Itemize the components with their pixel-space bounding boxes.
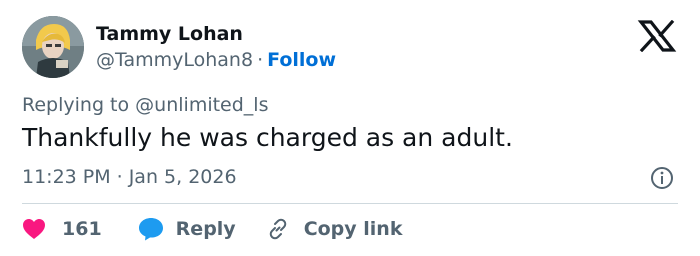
action-bar: 161 Reply Copy link <box>22 212 402 246</box>
link-icon <box>269 218 286 240</box>
reply-context-mention[interactable]: @unlimited_ls <box>135 94 268 116</box>
author-handle-row: @TammyLohan8 · Follow <box>96 49 336 71</box>
reply-context-prefix: Replying to <box>22 94 130 116</box>
speech-bubble-icon <box>138 218 163 241</box>
avatar[interactable] <box>22 16 84 78</box>
like-button[interactable]: 161 <box>22 218 102 240</box>
reply-label: Reply <box>175 218 236 240</box>
avatar-image <box>22 16 84 78</box>
author-name[interactable]: Tammy Lohan <box>96 23 243 45</box>
heart-icon <box>23 219 45 239</box>
copy-link-button[interactable]: Copy link <box>266 217 403 241</box>
divider <box>22 203 678 204</box>
author-handle[interactable]: @TammyLohan8 <box>96 49 253 71</box>
follow-button[interactable]: Follow <box>267 49 336 71</box>
tweet-date: Jan 5, 2026 <box>128 166 237 188</box>
like-count: 161 <box>62 218 102 240</box>
tweet-timestamp[interactable]: 11:23 PM · Jan 5, 2026 <box>22 166 237 188</box>
x-logo-icon[interactable] <box>637 19 677 53</box>
tweet-card: Tammy Lohan @TammyLohan8 · Follow Replying… <box>0 0 700 256</box>
timestamp-separator: · <box>116 166 123 188</box>
tweet-time: 11:23 PM <box>22 166 111 188</box>
info-icon[interactable] <box>650 166 674 190</box>
reply-button[interactable]: Reply <box>138 217 236 241</box>
reply-context: Replying to @unlimited_ls <box>22 94 268 116</box>
tweet-text: Thankfully he was charged as an adult. <box>22 123 513 152</box>
handle-separator: · <box>257 49 264 71</box>
copy-link-label: Copy link <box>303 218 403 240</box>
